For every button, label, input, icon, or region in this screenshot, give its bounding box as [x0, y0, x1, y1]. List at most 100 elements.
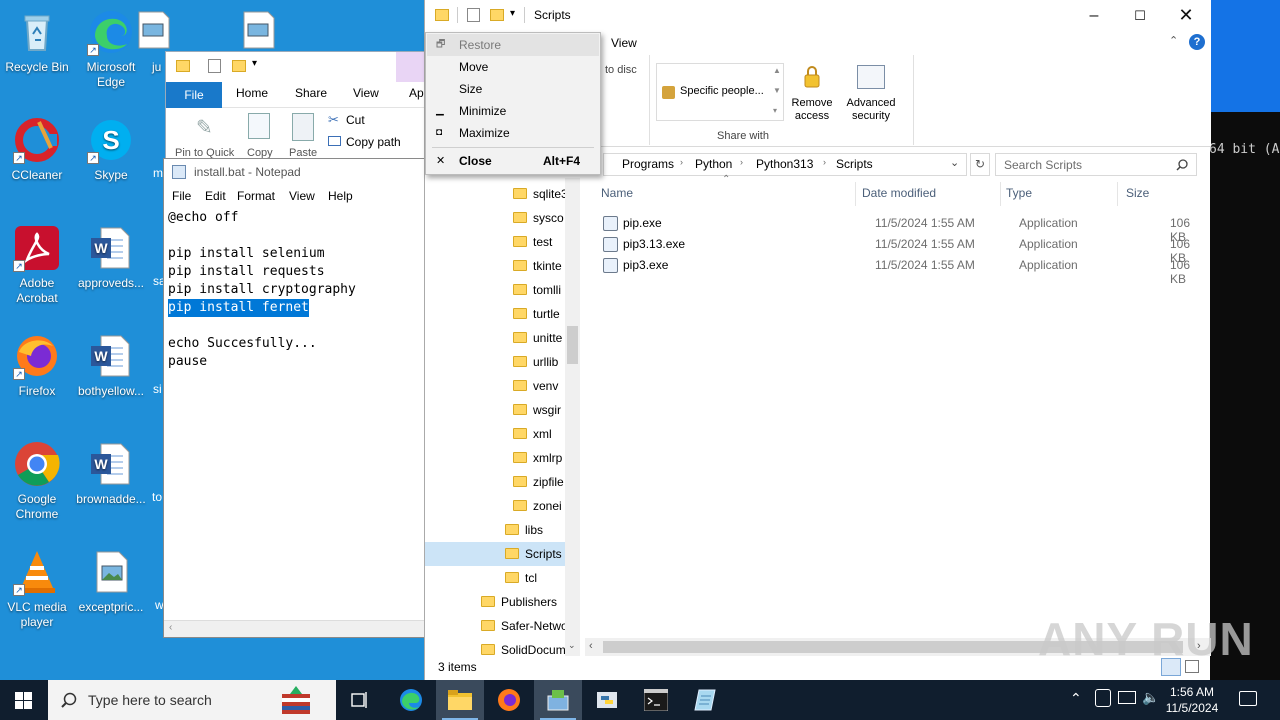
cut-button[interactable]: Cut — [346, 113, 365, 127]
quick-access-dropdown-icon[interactable]: ▾ — [510, 8, 515, 19]
background-explorer-window[interactable]: ▾ File Home Share View Ap ✎ Pin to Quick… — [165, 51, 427, 161]
show-hidden-icons-icon[interactable]: ⌃ — [1070, 690, 1082, 707]
scroll-left-icon[interactable]: ‹ — [169, 622, 172, 633]
nav-item[interactable]: test — [513, 230, 565, 254]
nav-item[interactable]: tkinte — [513, 254, 565, 278]
desktop-icon-google-chrome[interactable]: Google Chrome — [0, 440, 74, 522]
column-separator[interactable] — [1000, 182, 1001, 206]
file-row[interactable]: pip3.exe 11/5/2024 1:55 AM Application 106 … — [597, 255, 1197, 286]
specific-people-option[interactable]: Specific people... — [680, 85, 764, 97]
desktop-icon-firefox[interactable]: ↗ Firefox — [0, 332, 74, 399]
notepad-text-area[interactable]: @echo off pip install selenium pip install… — [168, 209, 356, 371]
taskbar-python[interactable] — [583, 680, 631, 720]
nav-item[interactable]: Safer-Netwo — [481, 614, 565, 638]
menu-item-close[interactable]: ✕ Close Alt+F4 — [427, 150, 599, 172]
column-header-date-modified[interactable]: Date modified — [862, 186, 936, 200]
nav-item[interactable]: tomlli — [513, 278, 565, 302]
help-icon[interactable]: ? — [1189, 34, 1205, 50]
file-row[interactable]: pip3.13.exe 11/5/2024 1:55 AM Application 1… — [597, 234, 1197, 265]
console-window[interactable]: 64 bit (AM — [1209, 0, 1280, 680]
column-header-type[interactable]: Type — [1006, 186, 1032, 200]
breadcrumb-chevron-icon[interactable]: › — [823, 157, 826, 167]
taskbar-file-explorer[interactable] — [436, 680, 484, 720]
nav-item[interactable]: xmlrp — [513, 446, 565, 470]
taskbar-clock[interactable]: 1:56 AM 11/5/2024 — [1160, 684, 1224, 716]
quick-access-dropdown-icon[interactable]: ▾ — [252, 58, 257, 69]
tab-partial[interactable]: Ap — [409, 86, 424, 100]
desktop-icon-partial[interactable] — [240, 10, 278, 50]
nav-item[interactable]: venv — [513, 374, 565, 398]
network-icon[interactable] — [1118, 691, 1136, 704]
breadcrumb-programs[interactable]: Programs — [622, 157, 674, 171]
desktop-icon-exceptpric[interactable]: exceptpric... — [74, 548, 148, 615]
menu-item-minimize[interactable]: ▁ Minimize — [427, 100, 599, 122]
nav-item[interactable]: sysco — [513, 206, 565, 230]
refresh-icon[interactable]: ↻ — [970, 153, 990, 176]
nav-item[interactable]: urllib — [513, 350, 565, 374]
explorer-titlebar[interactable]: ▾ Scripts – ☐ ✕ — [425, 0, 1211, 31]
taskbar-command-prompt[interactable] — [632, 680, 680, 720]
tab-view[interactable]: View — [353, 86, 379, 100]
nav-item-selected[interactable]: Scripts — [425, 542, 565, 566]
navigation-scrollbar[interactable]: ⌄ — [565, 178, 580, 656]
column-header-size[interactable]: Size — [1126, 186, 1149, 200]
nav-item[interactable]: xml — [513, 422, 565, 446]
column-header-name[interactable]: Name — [601, 186, 633, 200]
tab-home[interactable]: Home — [236, 86, 268, 100]
address-dropdown-icon[interactable]: ⌄ — [950, 156, 959, 169]
taskbar-notepad[interactable] — [681, 680, 729, 720]
tab-view[interactable]: View — [611, 36, 637, 50]
window-system-menu[interactable]: 🗗 Restore Move Size ▁ Minimize ◘ Maximiz… — [425, 32, 601, 175]
nav-item[interactable]: unitte — [513, 326, 565, 350]
minimize-button[interactable]: – — [1071, 0, 1117, 31]
menu-item-maximize[interactable]: ◘ Maximize — [427, 122, 599, 144]
taskbar-search-box[interactable]: Type here to search — [48, 680, 336, 720]
collapse-ribbon-icon[interactable]: ⌃ — [1169, 34, 1178, 47]
notepad-window[interactable]: install.bat - Notepad File Edit Format V… — [163, 158, 425, 638]
column-separator[interactable] — [1117, 182, 1118, 206]
nav-item[interactable]: wsgir — [513, 398, 565, 422]
breadcrumb-python313[interactable]: Python313 — [756, 157, 813, 171]
breadcrumb-python[interactable]: Python — [695, 157, 732, 171]
menu-format[interactable]: Format — [237, 189, 275, 203]
task-view-button[interactable] — [336, 680, 384, 720]
nav-item[interactable]: tcl — [505, 566, 565, 590]
scroll-left-icon[interactable]: ‹ — [589, 640, 593, 652]
menu-view[interactable]: View — [289, 189, 315, 203]
navigation-pane[interactable]: SolidDocum Safer-Netwo Publishers tcl Script… — [425, 178, 580, 656]
nav-item[interactable]: Publishers — [481, 590, 565, 614]
gallery-more-icon[interactable]: ▾ — [773, 106, 777, 115]
nav-item[interactable]: SolidDocum — [481, 638, 565, 656]
close-button[interactable]: ✕ — [1163, 0, 1209, 31]
file-list[interactable]: ⌃ Name Date modified Type Size pip.exe 11… — [585, 174, 1211, 638]
nav-item[interactable]: zipfile — [513, 470, 565, 494]
nav-item[interactable]: zonei — [513, 494, 565, 518]
desktop-icon-ccleaner[interactable]: ↗ CCleaner — [0, 116, 74, 183]
breadcrumb-chevron-icon[interactable]: › — [740, 157, 743, 167]
desktop-icon-skype[interactable]: S ↗ Skype — [74, 116, 148, 183]
breadcrumb-chevron-icon[interactable]: › — [680, 157, 683, 167]
address-bar[interactable]: Programs › Python › Python313 › Scripts … — [603, 153, 967, 176]
file-row[interactable]: pip.exe 11/5/2024 1:55 AM Application 106 K… — [597, 213, 1197, 244]
maximize-button[interactable]: ☐ — [1117, 0, 1163, 31]
menu-item-size[interactable]: Size — [427, 78, 599, 100]
gallery-up-icon[interactable]: ▲ — [773, 66, 781, 75]
taskbar-firefox[interactable] — [485, 680, 533, 720]
device-icon[interactable] — [1095, 689, 1111, 707]
share-with-gallery[interactable]: Specific people... ▲ ▼ ▾ — [656, 63, 784, 121]
volume-icon[interactable]: 🔈 — [1142, 689, 1159, 706]
taskbar-installer[interactable] — [534, 680, 582, 720]
nav-item[interactable]: turtle — [513, 302, 565, 326]
remove-access-button[interactable]: Remove access — [791, 97, 833, 123]
scroll-down-icon[interactable]: ⌄ — [568, 640, 576, 651]
desktop-icon-bothyellow[interactable]: W bothyellow... — [74, 332, 148, 399]
nav-item[interactable]: libs — [505, 518, 565, 542]
new-folder-icon[interactable] — [490, 9, 504, 21]
tab-share[interactable]: Share — [295, 86, 327, 100]
desktop-icon-vlc[interactable]: ↗ VLC media player — [0, 548, 74, 630]
navigation-scroll-thumb[interactable] — [567, 326, 578, 364]
menu-item-restore[interactable]: 🗗 Restore — [427, 34, 599, 56]
menu-help[interactable]: Help — [328, 189, 353, 203]
advanced-security-button[interactable]: Advanced security — [843, 97, 899, 123]
search-input[interactable]: Search Scripts — [995, 153, 1197, 176]
